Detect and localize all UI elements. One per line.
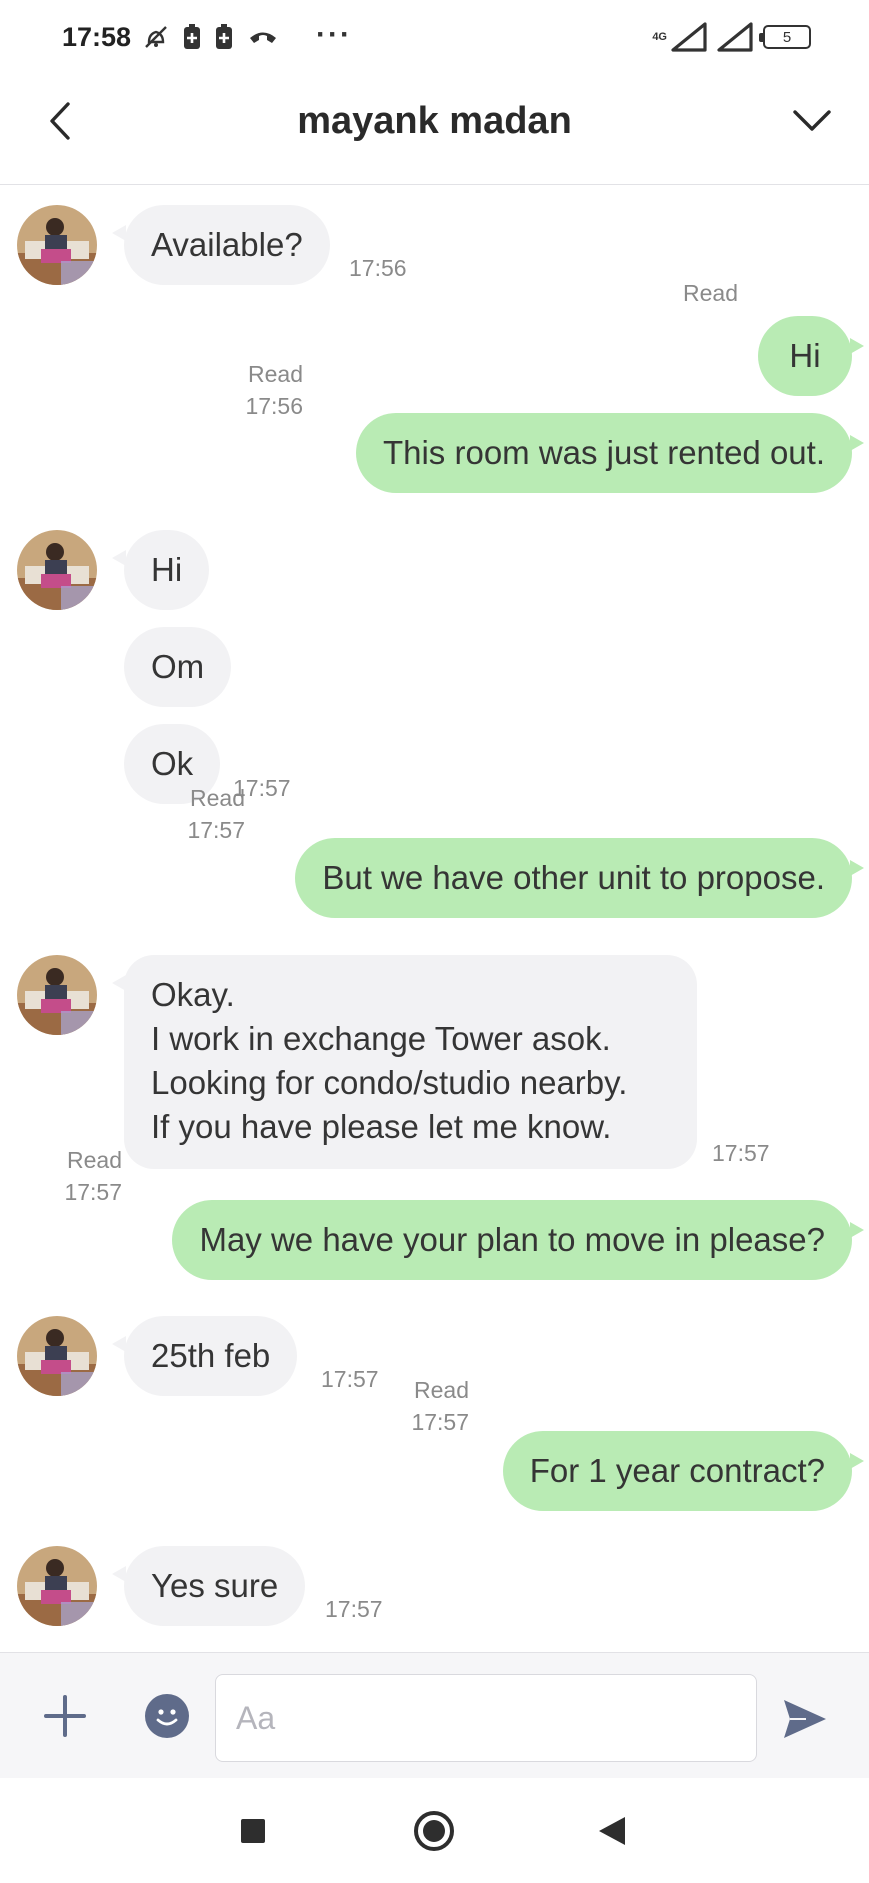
chat-title: mayank madan: [297, 100, 572, 142]
plus-icon[interactable]: [42, 1693, 88, 1739]
message-text: Om: [151, 648, 205, 685]
battery-icon: 5: [759, 25, 811, 49]
contact-avatar[interactable]: [17, 1546, 97, 1626]
smiley-icon[interactable]: [145, 1694, 189, 1738]
status-icons-right: 4G 5: [652, 22, 811, 52]
nav-recent-button[interactable]: [213, 1778, 293, 1883]
message-text: May we have your plan to move in please?: [199, 1221, 825, 1258]
incoming-message-bubble[interactable]: Yes sure: [111, 1546, 306, 1626]
battery-saver-icon: [184, 24, 200, 49]
message-text-line: If you have please let me know.: [151, 1108, 612, 1145]
message-text: Ok: [151, 745, 194, 782]
outgoing-message-bubble[interactable]: For 1 year contract?: [502, 1431, 865, 1511]
message-text: Available?: [151, 226, 303, 263]
outgoing-message-bubble[interactable]: But we have other unit to propose.: [295, 838, 864, 918]
message-timestamp: 17:56: [349, 255, 407, 281]
message-text: But we have other unit to propose.: [322, 859, 825, 896]
message-list[interactable]: Available? 17:56 Read Hi Read 17:56 This…: [0, 186, 869, 1652]
status-icons-left: [143, 24, 279, 50]
incoming-message-bubble[interactable]: Okay. I work in exchange Tower asok. Loo…: [112, 955, 697, 1169]
outgoing-message-bubble[interactable]: May we have your plan to move in please?: [172, 1200, 864, 1280]
message-text: This room was just rented out.: [382, 434, 825, 471]
message-text: Yes sure: [151, 1567, 279, 1604]
square-icon: [241, 1818, 265, 1843]
read-receipt: Read 17:57: [411, 1377, 469, 1435]
chat-header: mayank madan: [0, 78, 869, 185]
read-receipt: Read 17:57: [64, 1147, 122, 1205]
outgoing-message-bubble[interactable]: This room was just rented out.: [355, 413, 865, 493]
message-input[interactable]: [215, 1674, 757, 1762]
signal-icon: [717, 22, 753, 52]
message-text: Hi: [151, 551, 183, 588]
contact-avatar[interactable]: [17, 205, 97, 285]
send-icon[interactable]: [782, 1698, 828, 1740]
message-text-line: Okay.: [151, 976, 235, 1013]
triangle-back-icon: [599, 1816, 625, 1845]
incoming-message-bubble[interactable]: Hi: [111, 530, 210, 610]
message-text: Hi: [789, 337, 821, 374]
circle-icon: [414, 1810, 454, 1851]
system-navigation-bar: [0, 1778, 869, 1883]
avatar-image: [17, 530, 97, 610]
outgoing-message-bubble[interactable]: Hi: [758, 316, 864, 396]
status-time: 17:58: [62, 22, 132, 52]
message-text-line: Looking for condo/studio nearby.: [151, 1064, 628, 1101]
status-more-dots: ···: [316, 18, 352, 51]
avatar-image: [17, 1546, 97, 1626]
chevron-down-icon[interactable]: [787, 98, 837, 142]
incoming-message-bubble[interactable]: Available?: [112, 205, 330, 285]
message-timestamp: 17:57: [325, 1596, 383, 1622]
message-text: 25th feb: [151, 1337, 271, 1374]
read-receipt: Read 17:56: [245, 361, 303, 419]
contact-avatar[interactable]: [17, 530, 97, 610]
status-bar: 17:58 ··· 4G 5: [0, 0, 869, 78]
avatar-image: [17, 205, 97, 285]
contact-avatar[interactable]: [17, 955, 97, 1035]
message-timestamp: 17:57: [321, 1366, 379, 1392]
bell-off-icon: [145, 26, 167, 48]
phone-call-icon: [250, 32, 276, 43]
message-timestamp: 17:57: [712, 1140, 770, 1166]
battery-level: 5: [782, 28, 792, 46]
battery-saver-icon: [216, 24, 232, 49]
read-receipt: Read: [683, 280, 738, 306]
read-receipt: Read 17:57: [187, 785, 245, 843]
avatar-image: [17, 1316, 97, 1396]
nav-home-button[interactable]: [394, 1778, 474, 1883]
network-type-label: 4G: [652, 30, 667, 43]
incoming-message-bubble[interactable]: Om: [124, 627, 232, 707]
signal-icon: [671, 22, 707, 52]
message-input-bar: [0, 1652, 869, 1778]
contact-avatar[interactable]: [17, 1316, 97, 1396]
message-text-line: I work in exchange Tower asok.: [151, 1020, 611, 1057]
nav-back-button[interactable]: [572, 1778, 652, 1883]
avatar-image: [17, 955, 97, 1035]
message-text: For 1 year contract?: [529, 1452, 825, 1489]
incoming-message-bubble[interactable]: 25th feb: [111, 1316, 298, 1396]
